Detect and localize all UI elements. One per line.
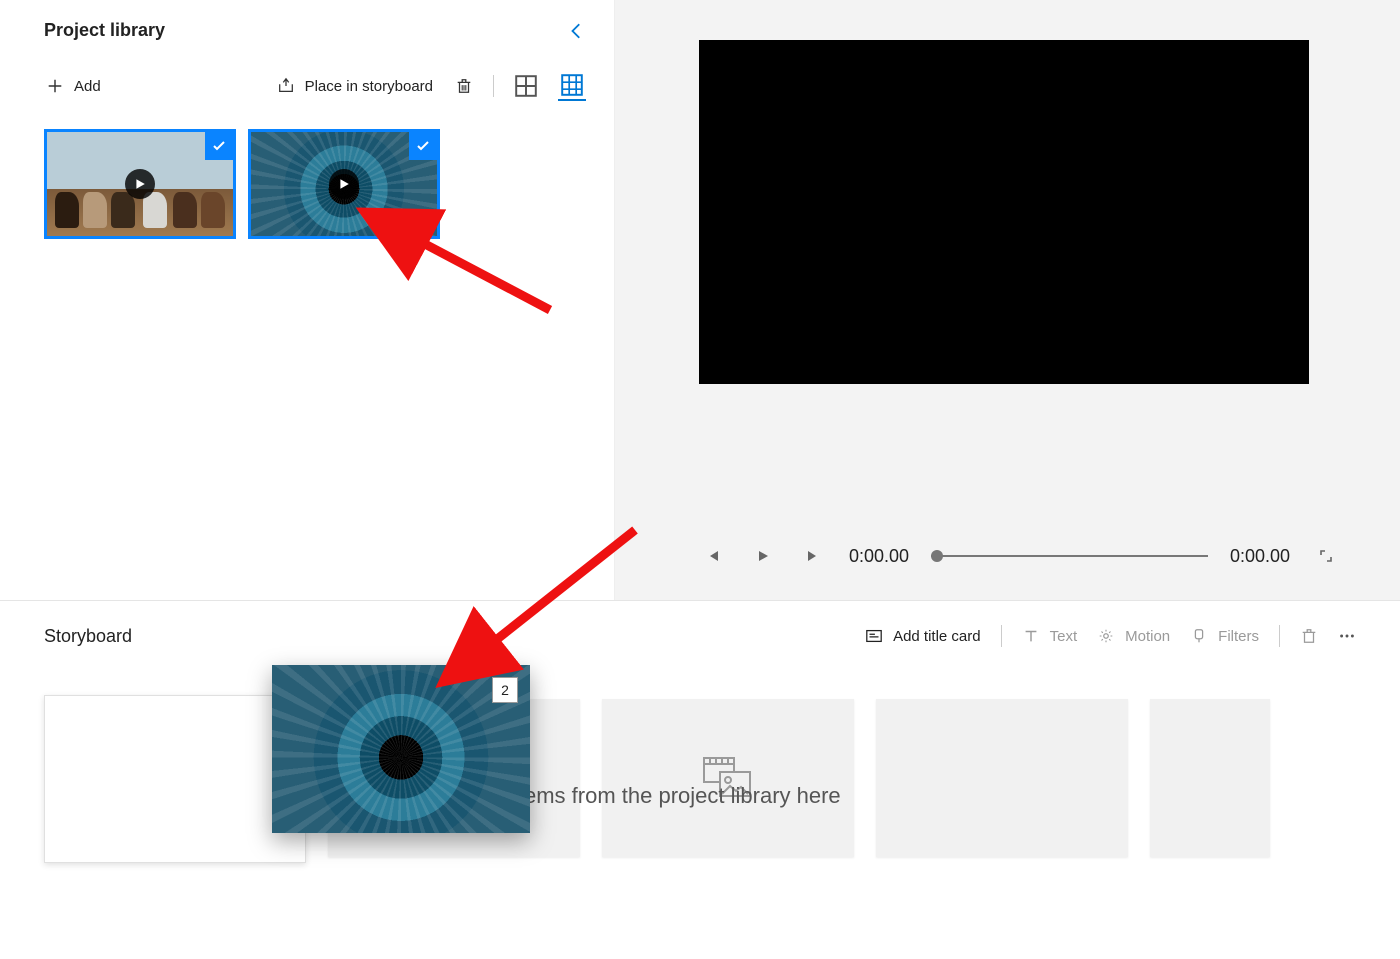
title-card-icon bbox=[865, 627, 883, 645]
small-grid-view-button[interactable] bbox=[558, 71, 586, 101]
place-in-storyboard-button[interactable]: Place in storyboard bbox=[275, 73, 435, 99]
place-icon bbox=[277, 77, 295, 95]
storyboard-slot[interactable] bbox=[1150, 699, 1270, 857]
storyboard-panel: Storyboard Add title card Text Motion bbox=[0, 601, 1400, 863]
storyboard-drop-slot[interactable] bbox=[602, 699, 854, 857]
add-title-card-button[interactable]: Add title card bbox=[865, 627, 981, 645]
storyboard-slots[interactable]: ems from the project library here bbox=[44, 699, 1356, 863]
trash-icon bbox=[1300, 627, 1318, 645]
filters-button[interactable]: Filters bbox=[1190, 627, 1259, 645]
seek-track[interactable] bbox=[931, 555, 1208, 557]
more-icon bbox=[1338, 627, 1356, 645]
grid-2x2-icon bbox=[512, 72, 540, 100]
play-button[interactable] bbox=[749, 542, 777, 570]
dragged-clip-ghost[interactable]: 2 bbox=[272, 665, 530, 833]
trash-icon bbox=[455, 77, 473, 95]
play-overlay-icon bbox=[125, 169, 155, 199]
library-item-1[interactable] bbox=[44, 129, 236, 239]
storyboard-title: Storyboard bbox=[44, 626, 132, 647]
storyboard-slot[interactable] bbox=[876, 699, 1128, 857]
filters-icon bbox=[1190, 627, 1208, 645]
next-frame-button[interactable] bbox=[799, 542, 827, 570]
motion-button[interactable]: Motion bbox=[1097, 627, 1170, 645]
storyboard-delete-button[interactable] bbox=[1300, 627, 1318, 645]
place-button-label: Place in storyboard bbox=[305, 78, 433, 95]
player-controls: 0:00.00 0:00.00 bbox=[667, 542, 1340, 570]
grid-3x3-icon bbox=[558, 71, 586, 99]
preview-panel: 0:00.00 0:00.00 bbox=[615, 0, 1400, 600]
drop-hint-text: ems from the project library here bbox=[524, 783, 841, 809]
text-button[interactable]: Text bbox=[1022, 627, 1078, 645]
project-library-panel: Project library Add Place in storyboard bbox=[0, 0, 615, 600]
selected-check-icon bbox=[409, 132, 437, 160]
library-title: Project library bbox=[44, 20, 165, 41]
storyboard-slot[interactable] bbox=[44, 695, 306, 863]
library-item-2[interactable] bbox=[248, 129, 440, 239]
add-button[interactable]: Add bbox=[44, 73, 103, 99]
play-overlay-icon bbox=[329, 169, 359, 199]
add-button-label: Add bbox=[74, 78, 101, 95]
text-icon bbox=[1022, 627, 1040, 645]
storyboard-more-button[interactable] bbox=[1338, 627, 1356, 645]
fullscreen-button[interactable] bbox=[1312, 542, 1340, 570]
plus-icon bbox=[46, 77, 64, 95]
preview-canvas[interactable] bbox=[699, 40, 1309, 384]
drag-count-badge: 2 bbox=[492, 677, 518, 703]
total-time: 0:00.00 bbox=[1230, 546, 1290, 567]
large-grid-view-button[interactable] bbox=[512, 72, 540, 100]
previous-frame-button[interactable] bbox=[699, 542, 727, 570]
delete-button[interactable] bbox=[453, 73, 475, 99]
selected-check-icon bbox=[205, 132, 233, 160]
collapse-library-button[interactable] bbox=[568, 22, 586, 40]
toolbar-separator bbox=[493, 75, 494, 97]
current-time: 0:00.00 bbox=[849, 546, 909, 567]
motion-icon bbox=[1097, 627, 1115, 645]
library-toolbar: Add Place in storyboard bbox=[44, 71, 586, 101]
